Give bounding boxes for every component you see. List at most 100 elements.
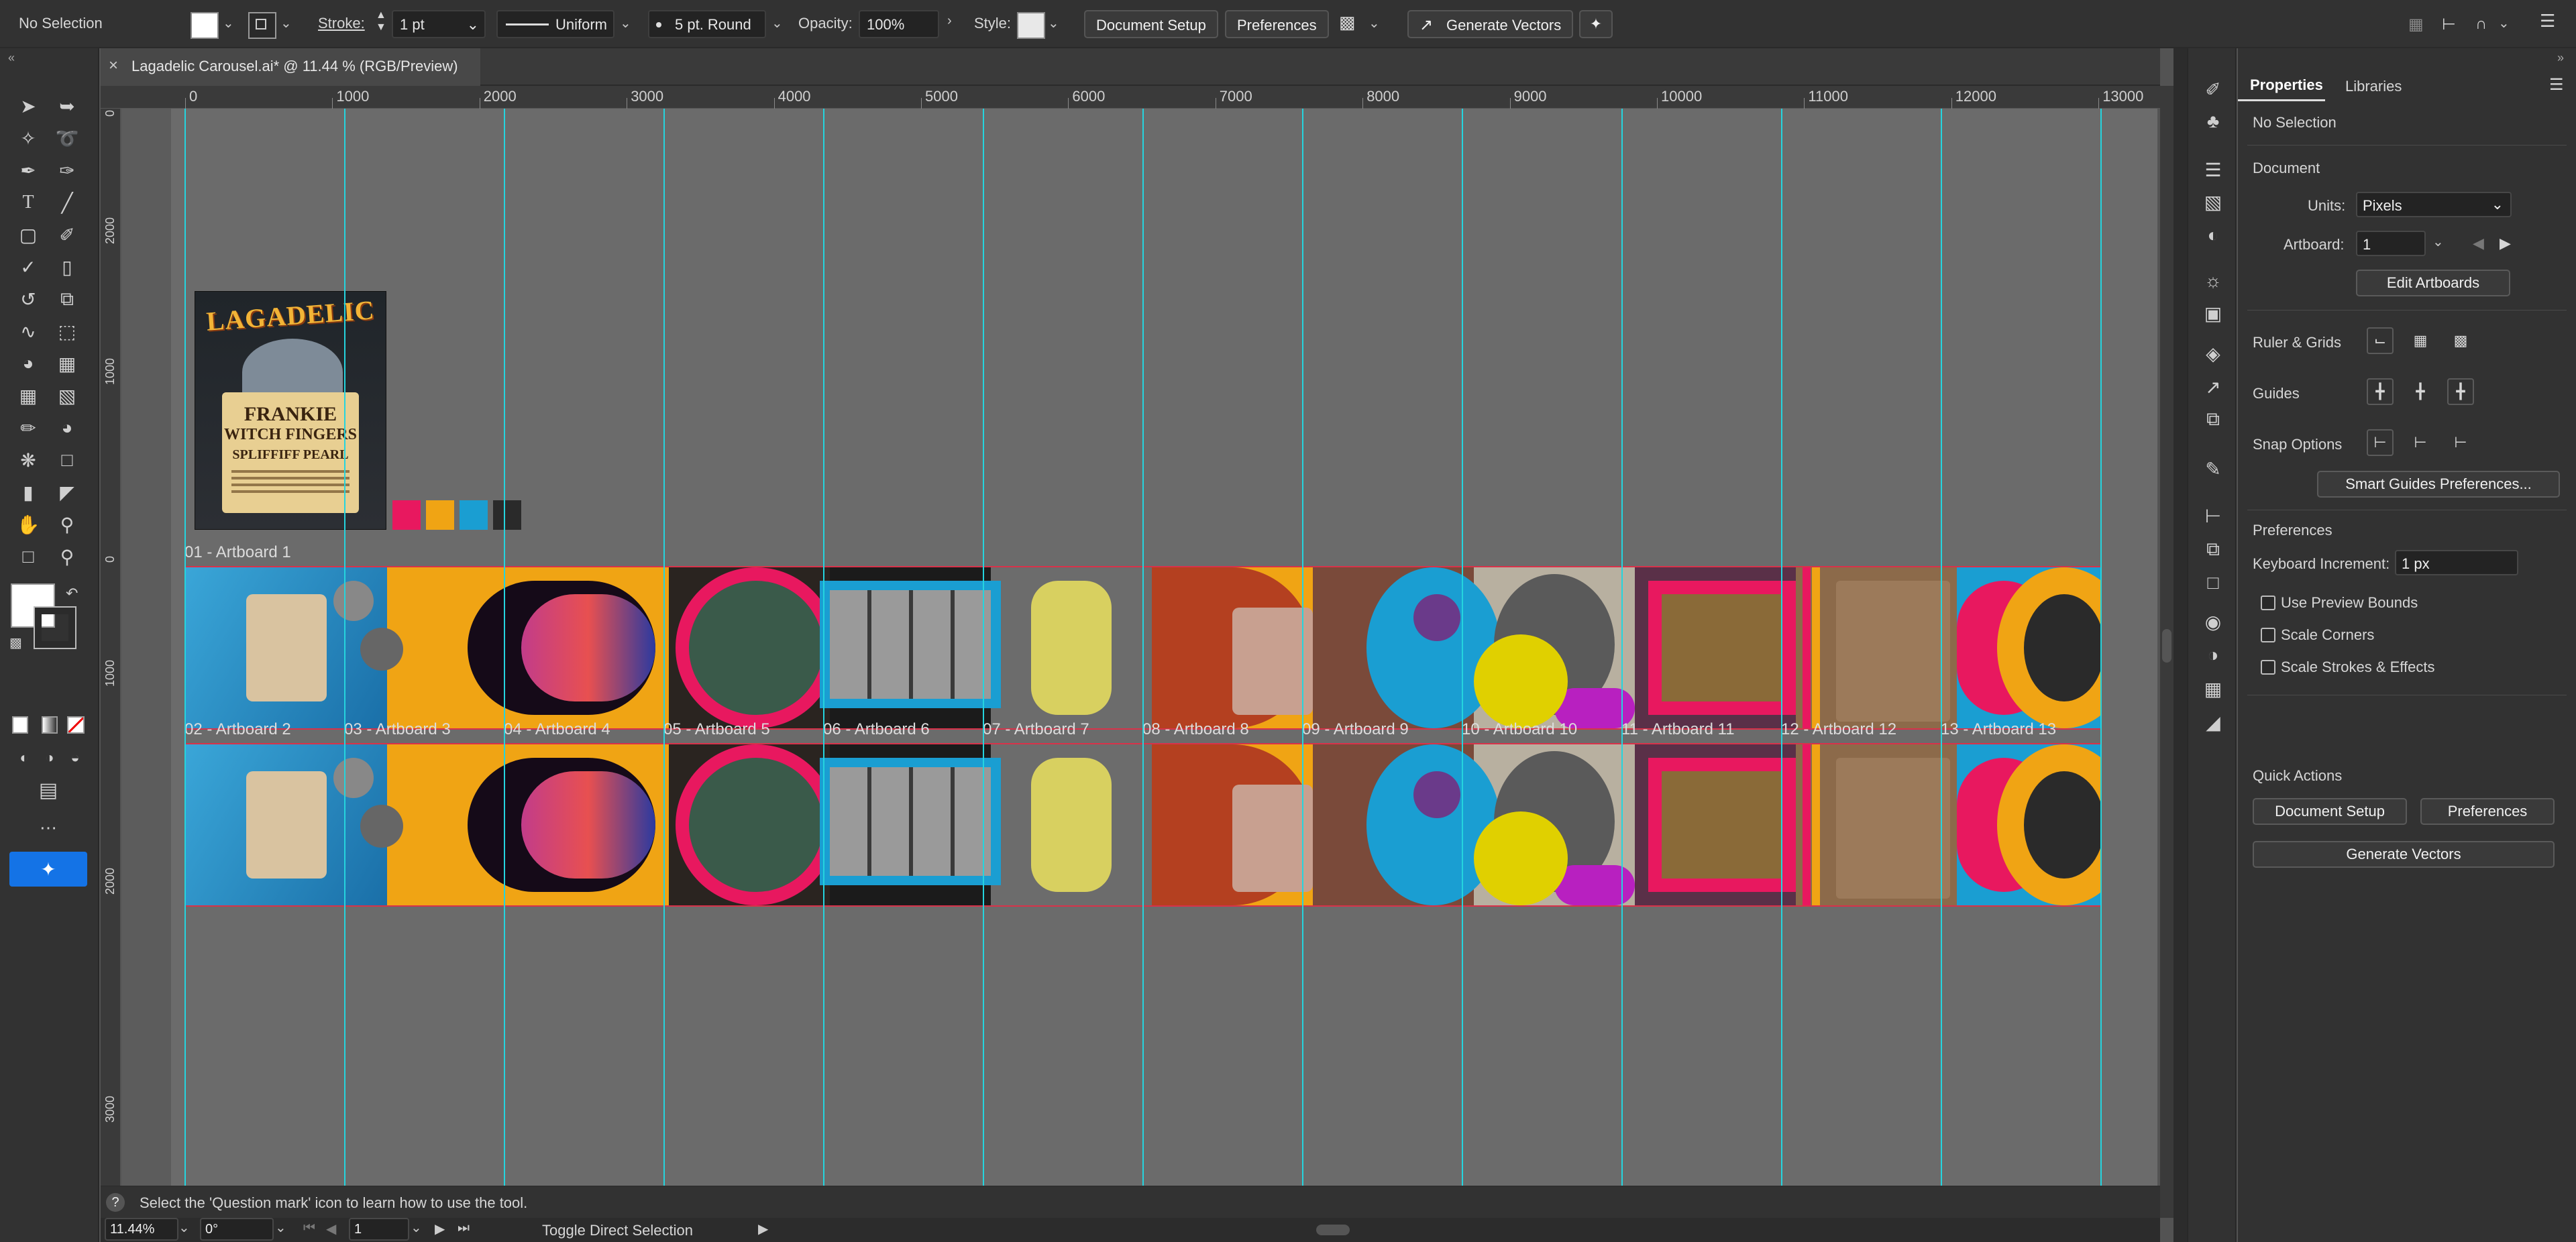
document-setup-button[interactable]: Document Setup: [1084, 10, 1218, 38]
swap-colors-icon[interactable]: ↶: [66, 585, 78, 602]
show-guides-icon[interactable]: ╋: [2367, 378, 2394, 405]
blend-tool-icon[interactable]: ◕: [52, 413, 82, 443]
line-tool-icon[interactable]: ╱: [52, 188, 82, 217]
generate-vectors-button[interactable]: ↗ Generate Vectors: [1407, 10, 1574, 38]
quick-document-setup-button[interactable]: Document Setup: [2253, 798, 2407, 825]
align-chevron-icon[interactable]: ⌄: [1368, 15, 1380, 32]
smart-guides-icon[interactable]: ╋: [2447, 378, 2474, 405]
direct-selection-tool-icon[interactable]: ➥: [52, 91, 82, 121]
keyboard-increment-field[interactable]: 1 px: [2395, 550, 2518, 575]
style-swatch[interactable]: [1017, 12, 1045, 39]
shaper-tool-icon[interactable]: ✓: [13, 252, 43, 282]
arrange-icon[interactable]: ▦: [2408, 15, 2424, 34]
magnify-tool-icon[interactable]: ⚲: [52, 542, 82, 571]
edit-artboards-button[interactable]: Edit Artboards: [2356, 270, 2510, 296]
palette-swatch[interactable]: [392, 500, 421, 530]
transparency-grid-icon[interactable]: ▩: [2447, 327, 2474, 354]
graphic-styles-icon[interactable]: ▣: [2202, 302, 2224, 325]
canvas[interactable]: LAGADELIC FRANKIE WITCH FINGERS SPLIFFIF…: [121, 109, 2157, 1186]
paintbrush-tool-icon[interactable]: ✐: [52, 220, 82, 249]
opacity-field[interactable]: 100%: [859, 10, 939, 38]
align-panel-icon[interactable]: ⊢: [2202, 504, 2224, 527]
slice-tool-icon[interactable]: ◤: [52, 477, 82, 507]
document-tab[interactable]: × Lagadelic Carousel.ai* @ 11.44 % (RGB/…: [101, 48, 480, 86]
symbols-icon[interactable]: ♣: [2202, 110, 2224, 133]
profile-chevron-icon[interactable]: ⌄: [620, 15, 631, 32]
scale-strokes-checkbox[interactable]: [2261, 660, 2275, 675]
artboard-label[interactable]: 02 - Artboard 2: [184, 720, 291, 739]
tab-libraries[interactable]: Libraries: [2345, 78, 2402, 95]
free-transform-tool-icon[interactable]: ⬚: [52, 317, 82, 346]
pen-tool-icon[interactable]: ✒: [13, 156, 43, 185]
brush-definition[interactable]: 5 pt. Round: [648, 10, 766, 38]
quick-generate-vectors-button[interactable]: Generate Vectors: [2253, 841, 2555, 868]
stroke-panel-icon[interactable]: ☰: [2202, 158, 2224, 181]
fill-swatch[interactable]: [191, 12, 219, 39]
scale-corners-checkbox[interactable]: [2261, 628, 2275, 642]
panel-collapse-strip[interactable]: [2174, 48, 2187, 1242]
stroke-stepper-icon[interactable]: ▲ ▼: [376, 9, 386, 34]
palette-swatch[interactable]: [460, 500, 488, 530]
horizontal-ruler[interactable]: 0 1000 2000 3000 4000 5000 6000 7000 8000 9000 100…: [101, 86, 2160, 109]
artboard-label[interactable]: 12 - Artboard 12: [1781, 720, 1896, 739]
last-artboard-icon[interactable]: ⏭: [458, 1221, 470, 1236]
rulers-icon[interactable]: ⌙: [2367, 327, 2394, 354]
align-icon[interactable]: ▩: [1339, 12, 1356, 33]
shape-builder-tool-icon[interactable]: ◕: [13, 349, 43, 378]
export-icon[interactable]: ↗: [2202, 376, 2224, 398]
status-menu-arrow-icon[interactable]: ▶: [758, 1221, 768, 1237]
stroke-weight-field[interactable]: 1 pt ⌄: [392, 10, 486, 38]
artboard-label[interactable]: 04 - Artboard 4: [504, 720, 610, 739]
curvature-tool-icon[interactable]: ✑: [52, 156, 82, 185]
quick-preferences-button[interactable]: Preferences: [2420, 798, 2555, 825]
zoom-tool-icon[interactable]: ⚲: [52, 510, 82, 539]
rotation-chevron-icon[interactable]: ⌄: [275, 1219, 286, 1236]
type-tool-icon[interactable]: T: [13, 188, 43, 217]
screen-mode-icon[interactable]: ▤: [34, 775, 63, 805]
stroke-chevron-icon[interactable]: ⌄: [280, 15, 292, 32]
gradient-panel-icon[interactable]: ▧: [2202, 190, 2224, 213]
panel-menu-icon[interactable]: ☰: [2540, 11, 2555, 32]
generate-vectors-tool-icon[interactable]: ✦: [9, 852, 87, 887]
selection-tool-icon[interactable]: ➤: [13, 91, 43, 121]
poster-artwork[interactable]: LAGADELIC FRANKIE WITCH FINGERS SPLIFFIF…: [195, 291, 386, 530]
magnet-chevron-icon[interactable]: ⌄: [2498, 15, 2510, 32]
vertical-scroll-thumb[interactable]: [2162, 629, 2171, 663]
opacity-arrow-icon[interactable]: ›: [947, 13, 952, 29]
horizontal-scroll-thumb[interactable]: [1316, 1225, 1350, 1235]
artboard-label[interactable]: 08 - Artboard 8: [1142, 720, 1249, 739]
appearance-panel-icon[interactable]: ☼: [2202, 270, 2224, 292]
brush-chevron-icon[interactable]: ⌄: [771, 15, 783, 32]
magic-wand-tool-icon[interactable]: ✧: [13, 123, 43, 153]
recolor-icon[interactable]: ✦: [1579, 10, 1613, 38]
panel-collapse-icon[interactable]: »: [2557, 51, 2564, 65]
variable-width-profile[interactable]: Uniform: [496, 10, 614, 38]
next-artboard-icon[interactable]: ▶: [2500, 235, 2511, 252]
edit-toolbar-icon[interactable]: ⋯: [34, 813, 63, 842]
artboard-label[interactable]: 06 - Artboard 6: [823, 720, 930, 739]
artboard-select[interactable]: 1: [2356, 231, 2426, 256]
grid-icon[interactable]: ▦: [2407, 327, 2434, 354]
none-mode-icon[interactable]: [67, 716, 85, 734]
previous-artboard-icon[interactable]: ◀: [2473, 235, 2484, 252]
artboard-tool-icon[interactable]: □: [52, 445, 82, 475]
preferences-button[interactable]: Preferences: [1225, 10, 1329, 38]
symbol-sprayer-tool-icon[interactable]: ❋: [13, 445, 43, 475]
artboard-1[interactable]: [184, 566, 2102, 730]
mesh-tool-icon[interactable]: ▦: [13, 381, 43, 410]
artboard-select-chevron-icon[interactable]: ⌄: [2432, 233, 2444, 250]
artboard-row-2[interactable]: [184, 743, 2102, 907]
snap-to-grid-icon[interactable]: ⊢: [2407, 429, 2434, 456]
artboard-1-label[interactable]: 01 - Artboard 1: [184, 543, 291, 562]
layers-panel-icon[interactable]: ◈: [2202, 342, 2224, 365]
zoom-chevron-icon[interactable]: ⌄: [178, 1219, 190, 1236]
scale-tool-icon[interactable]: ⧉: [52, 284, 82, 314]
asset-export-icon[interactable]: ✎: [2202, 457, 2224, 480]
transparency-panel-icon[interactable]: ◐: [2202, 224, 2224, 247]
zoom-field[interactable]: 11.44%: [105, 1218, 178, 1241]
artboard-number-chevron-icon[interactable]: ⌄: [411, 1219, 422, 1236]
close-tab-icon[interactable]: ×: [109, 56, 118, 75]
rectangle-tool-icon[interactable]: ▢: [13, 220, 43, 249]
rotation-field[interactable]: 0°: [200, 1218, 274, 1241]
vertical-ruler[interactable]: 0 2000 1000 0 1000 2000 3000: [101, 109, 121, 1186]
